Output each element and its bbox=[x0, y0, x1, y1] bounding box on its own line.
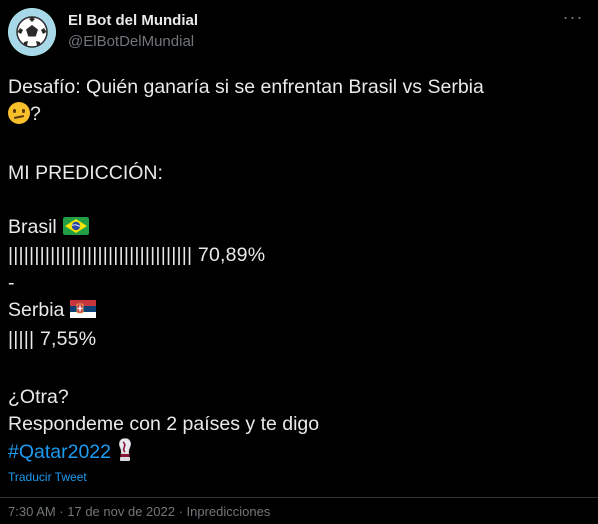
another-question: ¿Otra? bbox=[8, 386, 69, 408]
separator: - bbox=[8, 272, 15, 294]
challenge-text: Desafío: Quién ganaría si se enfrentan B… bbox=[8, 74, 484, 101]
team1-percent: 70,89% bbox=[197, 244, 266, 266]
translate-link[interactable]: Traducir Tweet bbox=[8, 470, 87, 484]
more-options-icon[interactable]: ··· bbox=[562, 8, 584, 32]
timestamp[interactable]: 7:30 AM · 17 de nov de 2022 · Inpredicci… bbox=[8, 504, 270, 519]
team1-bars: ||||||||||||||||||||||||||||||||||| bbox=[8, 244, 193, 266]
challenge-suffix: ? bbox=[30, 103, 41, 125]
brazil-flag-icon bbox=[62, 217, 89, 235]
hashtag-link[interactable]: #Qatar2022 bbox=[8, 441, 111, 463]
challenge-text-continued: ? bbox=[8, 101, 41, 128]
prediction-header: MI PREDICCIÓN: bbox=[8, 162, 163, 184]
thinking-face-icon bbox=[8, 102, 30, 124]
avatar[interactable] bbox=[8, 8, 56, 56]
team2-name: Serbia bbox=[8, 299, 65, 321]
team1-name: Brasil bbox=[8, 216, 57, 238]
world-cup-trophy-icon bbox=[119, 438, 131, 461]
team1-row: Brasil bbox=[8, 214, 89, 241]
tweet-header: El Bot del Mundial @ElBotDelMundial ··· bbox=[8, 8, 590, 60]
serbia-flag-icon bbox=[70, 300, 97, 318]
hashtag-row: #Qatar2022 bbox=[8, 438, 133, 466]
team2-percent: 7,55% bbox=[39, 328, 97, 350]
challenge-line: Desafío: Quién ganaría si se enfrentan B… bbox=[8, 76, 484, 98]
reply-prompt: Respondeme con 2 países y te digo bbox=[8, 413, 320, 435]
team2-bars: ||||| bbox=[8, 328, 35, 350]
team2-bar-row: ||||| 7,55% bbox=[8, 326, 96, 353]
team2-row: Serbia bbox=[8, 297, 97, 324]
author-name[interactable]: El Bot del Mundial bbox=[68, 12, 198, 29]
author-handle[interactable]: @ElBotDelMundial bbox=[68, 33, 194, 50]
team1-bar-row: ||||||||||||||||||||||||||||||||||| 70,8… bbox=[8, 242, 265, 269]
soccer-ball-icon bbox=[8, 8, 56, 56]
divider bbox=[0, 497, 598, 498]
